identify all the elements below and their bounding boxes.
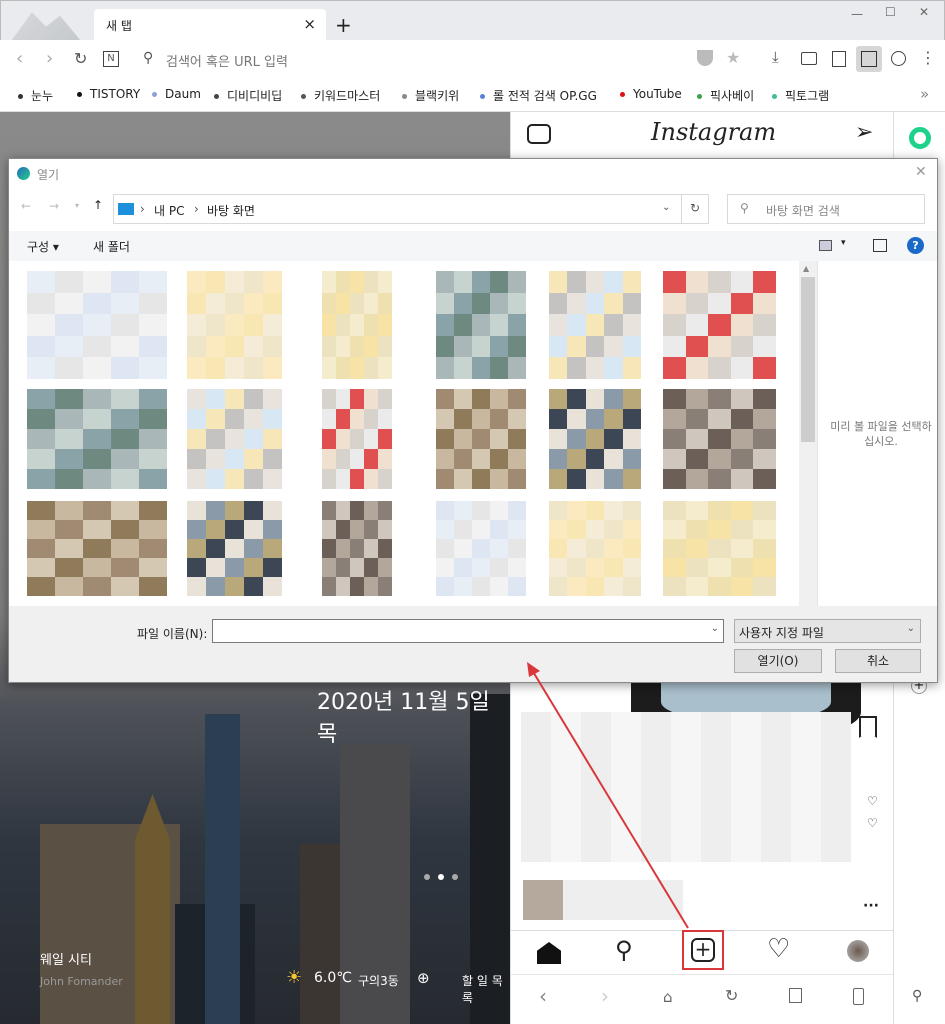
annotation-arrow <box>527 662 689 929</box>
